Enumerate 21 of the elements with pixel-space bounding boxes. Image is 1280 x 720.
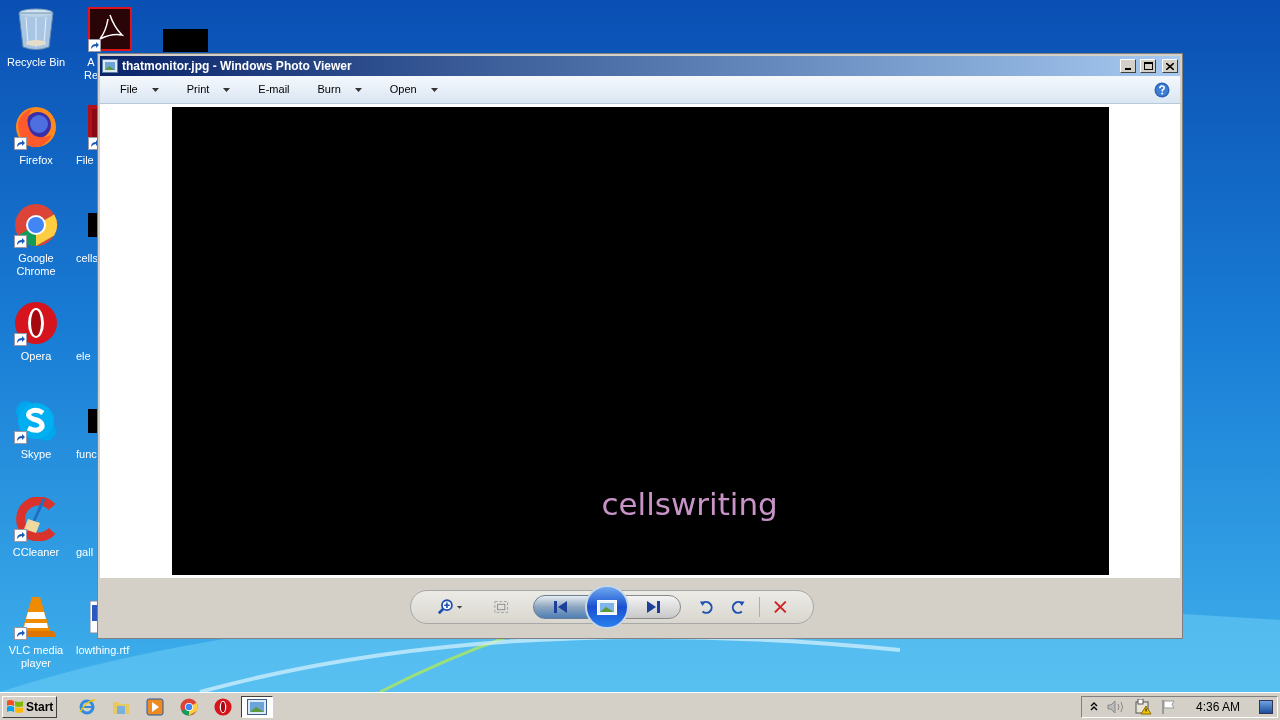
menu-item[interactable]: Open	[379, 78, 448, 101]
icon-label[interactable]: Google Chrome	[16, 252, 56, 278]
icon-label[interactable]: A Re	[84, 56, 99, 82]
menu-item[interactable]: Print	[176, 78, 241, 101]
menu-item[interactable]: File	[110, 78, 169, 101]
icon-label[interactable]: File	[76, 154, 94, 167]
icon-label[interactable]: Skype	[20, 448, 52, 461]
menu-item[interactable]: E-mail	[248, 78, 300, 101]
icon-label[interactable]: Firefox	[19, 154, 53, 167]
icon-label[interactable]: Opera	[20, 350, 52, 363]
clock[interactable]: 4:36 AM	[1195, 697, 1240, 716]
icon-label[interactable]: cells	[76, 252, 98, 265]
image-text: cellswriting	[601, 485, 778, 524]
icon-label[interactable]: ele	[76, 350, 91, 363]
icon-label[interactable]: func	[76, 448, 97, 461]
icon-label[interactable]: CCleaner	[12, 546, 60, 559]
start-button[interactable]: Start	[2, 695, 58, 718]
icon-label[interactable]: Recycle Bin	[6, 56, 66, 69]
menu-item[interactable]: Burn	[307, 78, 372, 101]
icon-label[interactable]: gall	[76, 546, 94, 559]
window-title: thatmonitor.jpg - Windows Photo Viewer	[122, 58, 352, 75]
